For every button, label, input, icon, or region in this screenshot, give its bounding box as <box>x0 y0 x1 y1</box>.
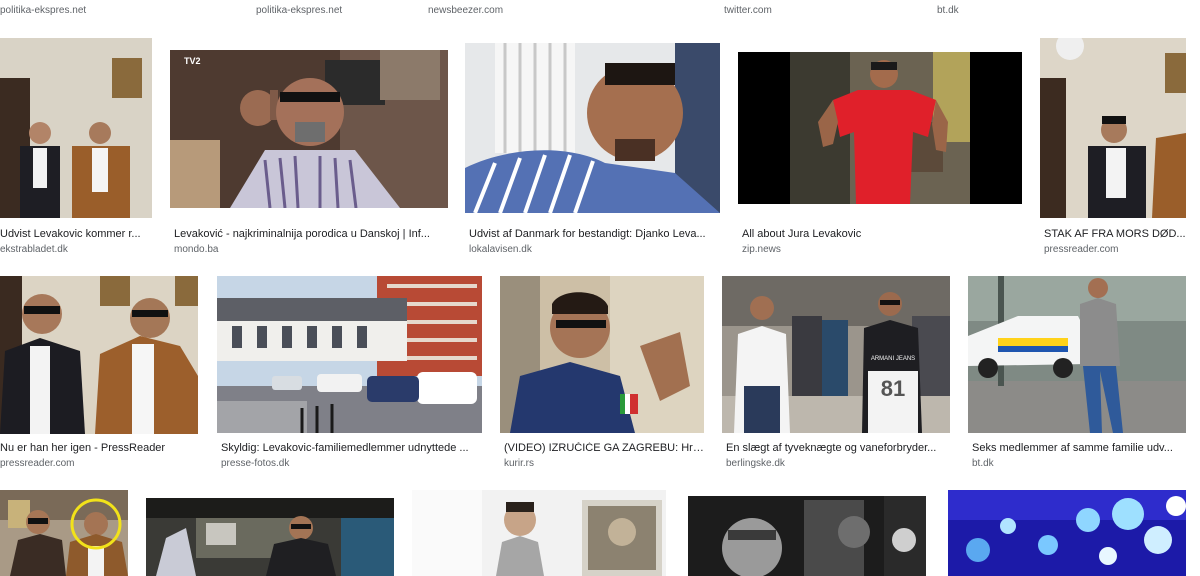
image-result-card[interactable] <box>0 490 128 576</box>
result-source[interactable]: kurir.rs <box>504 458 704 469</box>
image-thumbnail[interactable] <box>146 498 394 576</box>
image-thumbnail[interactable] <box>412 490 666 576</box>
image-result-card[interactable]: Seks medlemmer af samme familie udv... b… <box>968 276 1186 476</box>
image-result-card[interactable]: Udvist af Danmark for bestandigt: Djanko… <box>465 38 720 258</box>
result-title[interactable]: Nu er han her igen - PressReader <box>0 442 195 454</box>
tv-logo: TV2 <box>184 56 201 66</box>
image-result-card[interactable] <box>146 498 394 576</box>
result-title[interactable]: Seks medlemmer af samme familie udv... <box>972 442 1186 454</box>
image-result-card[interactable] <box>412 490 666 576</box>
image-thumbnail[interactable] <box>948 490 1186 576</box>
result-title[interactable]: Levaković - najkriminalnija porodica u D… <box>174 228 444 240</box>
result-title[interactable]: Skyldig: Levakovic-familiemedlemmer udny… <box>221 442 483 454</box>
image-thumbnail[interactable] <box>738 52 1022 204</box>
result-source[interactable]: zip.news <box>742 244 1012 255</box>
result-title[interactable]: Udvist Levakovic kommer r... <box>0 228 150 240</box>
image-thumbnail[interactable] <box>465 43 720 213</box>
result-title[interactable]: En slægt af tyveknægte og vaneforbryder.… <box>726 442 950 454</box>
result-source[interactable]: pressreader.com <box>1044 244 1186 255</box>
result-source[interactable]: berlingske.dk <box>726 458 950 469</box>
image-thumbnail[interactable] <box>1040 38 1186 218</box>
result-source[interactable]: bt.dk <box>972 458 1186 469</box>
shirt-number: 81 <box>880 376 906 401</box>
image-result-card[interactable]: Udvist Levakovic kommer r... ekstrablade… <box>0 38 152 258</box>
result-title[interactable]: Udvist af Danmark for bestandigt: Djanko… <box>469 228 719 240</box>
image-result-card[interactable]: (VIDEO) IZRUČIĆE GA ZAGREBU: Hrv... kuri… <box>500 276 704 476</box>
image-result-card[interactable]: ARMANI JEANS 81 En slægt af tyveknægte o… <box>722 276 950 476</box>
result-title[interactable]: STAK AF FRA MORS DØD... <box>1044 228 1186 240</box>
result-source[interactable]: politika-ekspres.net <box>0 5 160 16</box>
image-thumbnail[interactable] <box>217 276 482 433</box>
image-result-card[interactable] <box>684 490 930 576</box>
result-title[interactable]: (VIDEO) IZRUČIĆE GA ZAGREBU: Hrv... <box>504 442 704 454</box>
image-thumbnail[interactable] <box>968 276 1186 433</box>
result-source[interactable]: presse-fotos.dk <box>221 458 483 469</box>
image-result-card[interactable]: Skyldig: Levakovic-familiemedlemmer udny… <box>217 276 482 476</box>
result-source[interactable]: bt.dk <box>937 5 1097 16</box>
result-source[interactable]: politika-ekspres.net <box>256 5 416 16</box>
image-thumbnail[interactable] <box>0 276 198 434</box>
result-source[interactable]: newsbeezer.com <box>428 5 588 16</box>
shirt-print-text: ARMANI JEANS <box>870 356 916 362</box>
image-thumbnail[interactable] <box>684 490 930 576</box>
result-source[interactable]: pressreader.com <box>0 458 195 469</box>
image-thumbnail[interactable]: ARMANI JEANS 81 <box>722 276 950 433</box>
image-result-card[interactable]: All about Jura Levakovic zip.news <box>738 38 1022 258</box>
result-source[interactable]: twitter.com <box>724 5 884 16</box>
image-thumbnail[interactable] <box>500 276 704 433</box>
result-source[interactable]: mondo.ba <box>174 244 444 255</box>
image-result-card[interactable] <box>948 490 1186 576</box>
image-thumbnail[interactable] <box>0 490 128 576</box>
result-source[interactable]: ekstrabladet.dk <box>0 244 150 255</box>
image-thumbnail[interactable] <box>0 38 152 218</box>
image-result-card[interactable]: Nu er han her igen - PressReader pressre… <box>0 276 198 476</box>
result-source[interactable]: lokalavisen.dk <box>469 244 719 255</box>
image-thumbnail[interactable]: TV2 <box>170 50 448 208</box>
result-title[interactable]: All about Jura Levakovic <box>742 228 1012 240</box>
image-result-card[interactable]: TV2 Levaković - najkriminalnija porodica… <box>170 38 448 258</box>
image-result-card[interactable]: STAK AF FRA MORS DØD... pressreader.com <box>1040 38 1186 258</box>
